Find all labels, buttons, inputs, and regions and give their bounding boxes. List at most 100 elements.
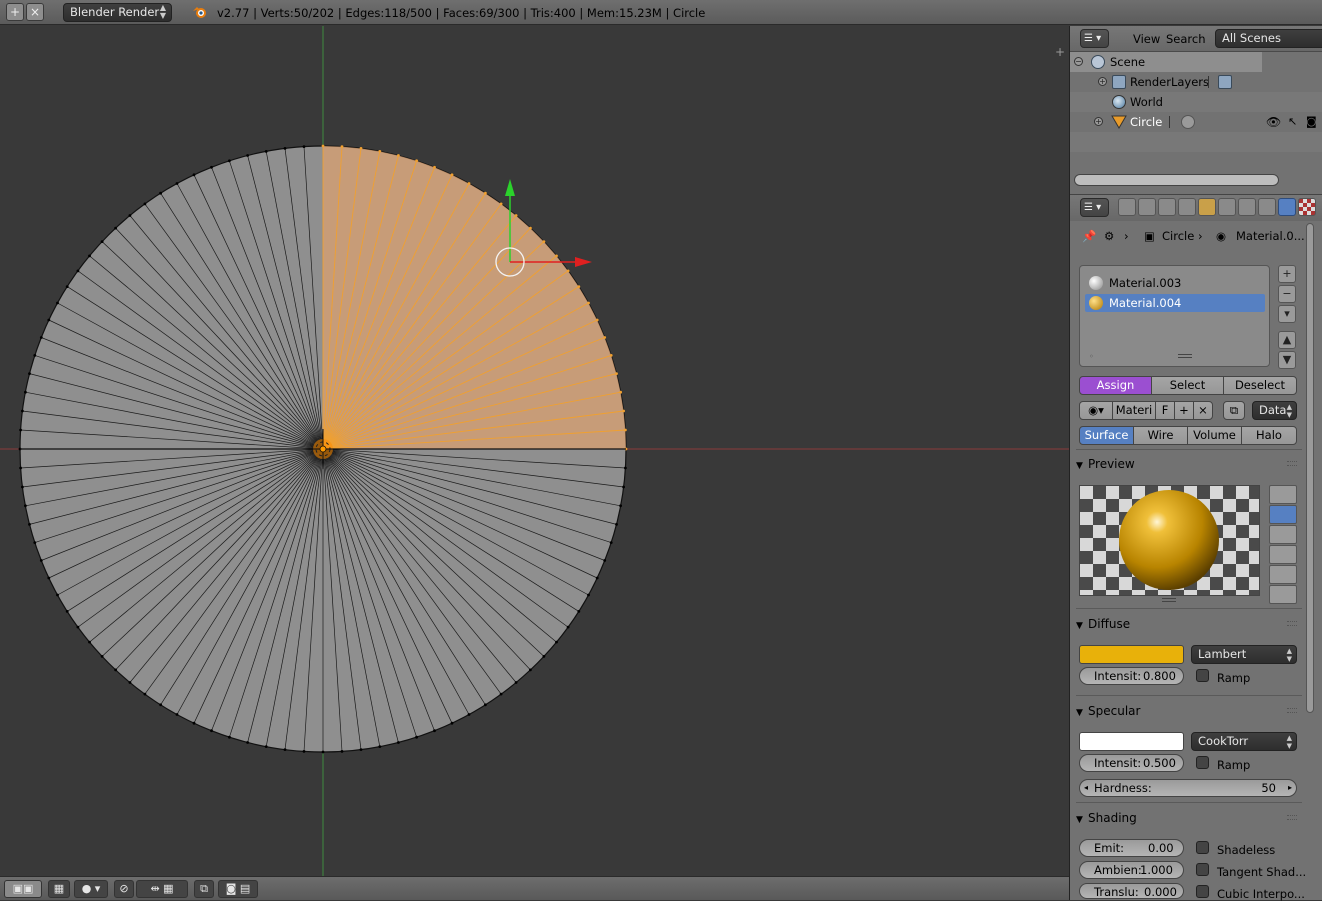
- render-layer-icon[interactable]: [1218, 75, 1232, 89]
- outliner-row-renderlayers[interactable]: + RenderLayers: [1070, 72, 1322, 92]
- outliner-row-scene[interactable]: − Scene: [1070, 52, 1262, 72]
- shadeless-checkbox[interactable]: [1196, 841, 1209, 854]
- tab-surface[interactable]: Surface: [1079, 426, 1134, 445]
- outliner-row-circle[interactable]: + Circle 👁 ↖ ◙: [1070, 112, 1322, 132]
- viewport-shading-icon[interactable]: ▦: [48, 880, 70, 898]
- visibility-eye-icon[interactable]: 👁: [1266, 112, 1281, 132]
- texture-tab-icon[interactable]: [1298, 198, 1316, 216]
- properties-scrollbar[interactable]: [1306, 223, 1314, 713]
- expand-icon[interactable]: +: [1098, 77, 1107, 86]
- translucency-field[interactable]: Translu: 0.000: [1079, 883, 1184, 899]
- material-slot-item-active[interactable]: Material.004: [1085, 294, 1265, 312]
- manipulator-icon[interactable]: ⊘: [114, 880, 134, 898]
- panel-grip[interactable]: [1287, 815, 1297, 820]
- constraints-tab-icon[interactable]: [1218, 198, 1236, 216]
- preview-monkey-icon[interactable]: [1269, 545, 1297, 564]
- material-name-field[interactable]: Materi: [1112, 401, 1156, 420]
- select-button[interactable]: Select: [1151, 376, 1224, 395]
- add-slot-button[interactable]: +: [1278, 265, 1296, 283]
- outliner-row-world[interactable]: World: [1070, 92, 1322, 112]
- preview-sphere-icon[interactable]: [1269, 505, 1297, 524]
- breadcrumb: 📌 ⚙ › ▣ Circle › ◉ Material.0...: [1070, 223, 1322, 249]
- outliner-scrollbar[interactable]: [1074, 174, 1279, 186]
- render-tab-icon[interactable]: [1118, 198, 1136, 216]
- list-resize-grip[interactable]: [1178, 354, 1192, 358]
- display-mode-select[interactable]: All Scenes: [1215, 29, 1322, 48]
- cubic-interpolation-checkbox[interactable]: [1196, 885, 1209, 898]
- link-data-select[interactable]: Data ▲ ▼: [1252, 401, 1297, 420]
- modifiers-tab-icon[interactable]: [1238, 198, 1256, 216]
- shading-panel-header[interactable]: ▼ Shading: [1076, 808, 1301, 828]
- specular-intensity-field[interactable]: Intensit: 0.500: [1079, 754, 1184, 772]
- specular-color-swatch[interactable]: [1079, 732, 1184, 751]
- 3d-viewport[interactable]: +: [0, 26, 1069, 876]
- world-tab-icon[interactable]: [1178, 198, 1196, 216]
- transform-orientation-icon[interactable]: ⇹ ▦: [136, 880, 188, 898]
- diffuse-panel-header[interactable]: ▼ Diffuse: [1076, 614, 1301, 634]
- pin-icon[interactable]: 📌: [1082, 229, 1096, 243]
- render-layers-tab-icon[interactable]: [1138, 198, 1156, 216]
- editor-type-button[interactable]: ☰ ▾: [1080, 198, 1109, 217]
- tab-halo[interactable]: Halo: [1241, 426, 1297, 445]
- renderable-camera-icon[interactable]: ◙: [1306, 112, 1317, 132]
- specular-shader-select[interactable]: CookTorr ▲ ▼: [1191, 732, 1297, 751]
- add-screen-icon[interactable]: +: [6, 3, 24, 21]
- tab-wire[interactable]: Wire: [1133, 426, 1188, 445]
- move-slot-up-button[interactable]: ▲: [1278, 331, 1296, 349]
- chevron-left-icon[interactable]: ◂: [1084, 780, 1088, 796]
- viewport-canvas[interactable]: [0, 26, 1069, 876]
- selectable-cursor-icon[interactable]: ↖: [1288, 112, 1297, 132]
- new-material-icon[interactable]: +: [1174, 401, 1194, 420]
- chevron-right-icon[interactable]: ▸: [1288, 780, 1292, 796]
- pivot-point-icon[interactable]: ● ▾: [74, 880, 108, 898]
- object-tab-icon[interactable]: [1198, 198, 1216, 216]
- collapse-icon[interactable]: −: [1074, 57, 1083, 66]
- panel-grip[interactable]: [1287, 461, 1297, 466]
- scene-tab-icon[interactable]: [1158, 198, 1176, 216]
- deselect-button[interactable]: Deselect: [1223, 376, 1297, 395]
- preview-resize-grip[interactable]: [1162, 598, 1176, 602]
- close-screen-icon[interactable]: ×: [26, 3, 44, 21]
- tab-volume[interactable]: Volume: [1187, 426, 1242, 445]
- material-tab-icon[interactable]: [1278, 198, 1296, 216]
- menu-search[interactable]: Search: [1166, 32, 1206, 46]
- editor-type-button[interactable]: ☰ ▾: [1080, 29, 1109, 48]
- mesh-vertex: [159, 703, 163, 707]
- material-slot-item[interactable]: Material.003: [1085, 274, 1265, 292]
- browse-material-button[interactable]: ◉▾: [1079, 401, 1113, 420]
- slot-specials-button[interactable]: ▾: [1278, 305, 1296, 323]
- render-engine-select[interactable]: Blender Render ▲ ▼: [63, 3, 172, 22]
- specular-ramp-checkbox[interactable]: [1196, 756, 1209, 769]
- menu-view[interactable]: View: [1133, 32, 1160, 46]
- diffuse-shader-select[interactable]: Lambert ▲ ▼: [1191, 645, 1297, 664]
- material-slot-list[interactable]: Material.003 Material.004 ◦: [1079, 265, 1270, 367]
- hardness-field[interactable]: ◂ Hardness: 50 ▸: [1079, 779, 1297, 797]
- assign-button[interactable]: Assign: [1079, 376, 1152, 395]
- render-preview-icon[interactable]: ◙ ▤: [218, 880, 258, 898]
- tangent-shading-checkbox[interactable]: [1196, 863, 1209, 876]
- expand-icon[interactable]: +: [1094, 117, 1103, 126]
- move-slot-down-button[interactable]: ▼: [1278, 351, 1296, 369]
- panel-grip[interactable]: [1287, 708, 1297, 713]
- modifier-icon[interactable]: [1181, 115, 1195, 129]
- preview-sky-icon[interactable]: [1269, 585, 1297, 604]
- panel-grip[interactable]: [1287, 621, 1297, 626]
- diffuse-ramp-checkbox[interactable]: [1196, 669, 1209, 682]
- diffuse-intensity-field[interactable]: Intensit: 0.800: [1079, 667, 1184, 685]
- snap-icon[interactable]: ⧉: [194, 880, 214, 898]
- specular-panel-header[interactable]: ▼ Specular: [1076, 701, 1301, 721]
- emit-field[interactable]: Emit: 0.00: [1079, 839, 1184, 857]
- diffuse-color-swatch[interactable]: [1079, 645, 1184, 664]
- toolshelf-plus-icon[interactable]: +: [1055, 46, 1067, 58]
- preview-flat-icon[interactable]: [1269, 485, 1297, 504]
- ambient-field[interactable]: Ambien: 1.000: [1079, 861, 1184, 879]
- unlink-material-icon[interactable]: ×: [1193, 401, 1213, 420]
- fake-user-button[interactable]: F: [1155, 401, 1175, 420]
- data-tab-icon[interactable]: [1258, 198, 1276, 216]
- preview-cube-icon[interactable]: [1269, 525, 1297, 544]
- preview-hair-icon[interactable]: [1269, 565, 1297, 584]
- preview-panel-header[interactable]: ▼ Preview: [1076, 454, 1301, 474]
- editor-type-icon[interactable]: ▣▣: [4, 880, 42, 898]
- remove-slot-button[interactable]: −: [1278, 285, 1296, 303]
- copy-material-icon[interactable]: ⧉: [1223, 401, 1245, 420]
